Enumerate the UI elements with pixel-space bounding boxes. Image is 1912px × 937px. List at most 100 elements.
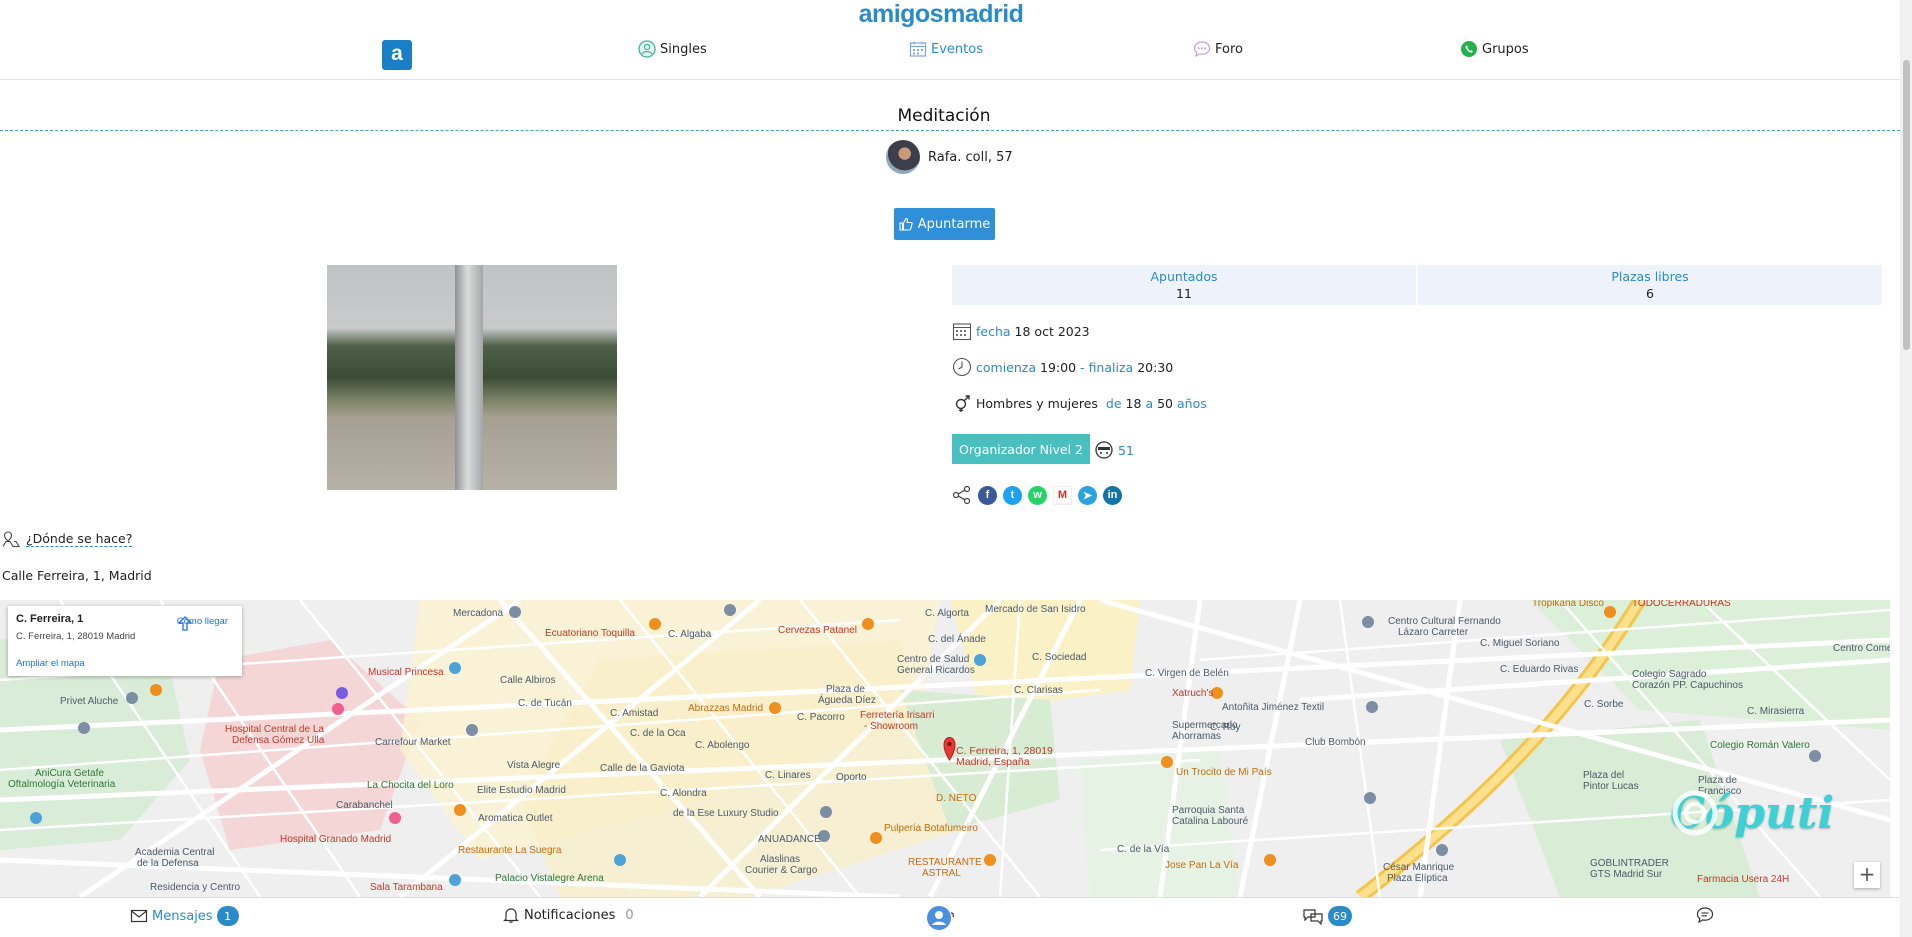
- chats-button[interactable]: 69: [1302, 906, 1352, 926]
- map-label: Oporto: [836, 772, 867, 783]
- title-divider: [0, 130, 1900, 131]
- organizer-name[interactable]: Rafa. coll, 57: [928, 150, 1013, 165]
- map-label: Pintor Lucas: [1583, 781, 1639, 792]
- page-scrollbar[interactable]: [1900, 0, 1912, 937]
- date-row: fecha 18 oct 2023: [952, 321, 1090, 341]
- organizer-avatar[interactable]: [886, 140, 920, 174]
- map-label: Pulpería Botafumeiro: [884, 823, 978, 834]
- home-logo-button[interactable]: a: [382, 40, 412, 70]
- map-label: C. Amistad: [610, 708, 659, 719]
- map-label: Courier & Cargo: [745, 865, 818, 876]
- messages-count-badge: 1: [216, 906, 239, 926]
- map-label: Corazón PP. Capuchinos: [1632, 680, 1743, 691]
- time-dash: -: [1080, 359, 1085, 375]
- end-label: finaliza: [1088, 359, 1134, 375]
- gmail-icon[interactable]: M: [1053, 485, 1072, 505]
- nav-foro[interactable]: Foro: [1193, 38, 1243, 60]
- join-event-button[interactable]: Apuntarme: [894, 208, 995, 240]
- organizer-level-badge[interactable]: Organizador Nivel 2: [952, 434, 1090, 464]
- map-label: Cervezas Patanel: [778, 625, 857, 636]
- bell-icon: [503, 908, 519, 923]
- scrollbar-thumb[interactable]: [1903, 60, 1910, 350]
- map-label: C. Sociedad: [1032, 652, 1087, 663]
- nav-grupos[interactable]: Grupos: [1460, 38, 1529, 60]
- join-event-label: Apuntarme: [917, 216, 991, 232]
- map-label: Oftalmología Veterinaria: [8, 779, 116, 790]
- start-value: 19:00: [1040, 359, 1077, 375]
- map-label: Ferretería Irisarri: [860, 710, 935, 721]
- face-mask-icon: [1095, 441, 1113, 459]
- map-label: C. Miguel Soriano: [1480, 638, 1560, 649]
- map-label: RESTAURANTE: [908, 857, 982, 868]
- gender-icon: [955, 395, 970, 412]
- map-label: Hospital Granado Madrid: [280, 834, 392, 845]
- directions-icon: [177, 616, 193, 631]
- nav-singles-label: Singles: [660, 41, 707, 57]
- notifications-button[interactable]: Notificaciones 0: [502, 906, 634, 924]
- twitter-icon[interactable]: t: [1003, 485, 1022, 505]
- map-label: Centro de Salud: [897, 654, 970, 665]
- map-label: Colegio Sagrado: [1632, 669, 1707, 680]
- comments-button[interactable]: [1696, 906, 1714, 924]
- chat-bubble-icon: [1193, 41, 1211, 58]
- whatsapp-icon[interactable]: w: [1028, 485, 1047, 505]
- map-label: C. de la Vía: [1117, 844, 1170, 855]
- map-label: La Chocita del Loro: [367, 780, 454, 791]
- map-label: Restaurante La Suegra: [458, 845, 562, 856]
- map-label: Plaza de: [826, 684, 865, 695]
- profile-button[interactable]: [926, 904, 956, 932]
- messages-button[interactable]: Mensajes 1: [130, 906, 239, 926]
- map-label: GTS Madrid Sur: [1590, 869, 1663, 880]
- event-photo[interactable]: [327, 265, 617, 490]
- calendar-icon: [952, 323, 972, 341]
- map-label: C. Virgen de Belén: [1145, 668, 1229, 679]
- nav-eventos[interactable]: Eventos: [909, 38, 983, 60]
- map-label: AniCura Getafe: [35, 768, 104, 779]
- map-label: C. Sorbe: [1584, 699, 1624, 710]
- audience-row: Hombres y mujeres de 18 a 50 años: [952, 393, 1207, 413]
- map-label: Águeda Díez: [818, 695, 876, 706]
- age-to-label: a: [1145, 395, 1154, 411]
- bottom-navigation: Mensajes 1 Notificaciones 0 69: [0, 897, 1900, 937]
- time-row: comienza 19:00 - finaliza 20:30: [952, 357, 1173, 377]
- linkedin-icon[interactable]: in: [1103, 485, 1122, 505]
- nav-eventos-label: Eventos: [931, 41, 983, 57]
- map-directions-button[interactable]: Cómo llegar: [177, 616, 228, 631]
- age-to-value: 50: [1157, 395, 1174, 411]
- map-zoom-in-button[interactable]: +: [1854, 862, 1880, 888]
- date-value: 18 oct 2023: [1014, 323, 1090, 339]
- facebook-icon[interactable]: f: [978, 485, 997, 505]
- map-label: TODOCERRADURAS: [1632, 600, 1731, 609]
- map-label: Calle Albiros: [500, 675, 556, 686]
- map-label: C. Roy: [1210, 722, 1241, 733]
- map-expand-link[interactable]: Ampliar el mapa: [16, 658, 85, 669]
- where-link[interactable]: ¿Dónde se hace?: [2, 530, 133, 548]
- map-label: C. Alondra: [660, 788, 707, 799]
- map-label: Parroquia Santa: [1172, 805, 1245, 816]
- stat-apuntados-label: Apuntados: [1150, 269, 1218, 284]
- brand-logo-text[interactable]: amigosmadrid: [0, 0, 1882, 29]
- map-label: Palacio Vistalegre Arena: [495, 873, 604, 884]
- map-label: C. de Tucán: [518, 698, 572, 709]
- map-label: C. Abolengo: [695, 740, 750, 751]
- age-from-value: 18: [1125, 395, 1142, 411]
- map-label: Jose Pan La Vía: [1165, 860, 1239, 871]
- map-place-card: C. Ferreira, 1 C. Ferreira, 1, 28019 Mad…: [8, 606, 242, 676]
- organizer-info[interactable]: Rafa. coll, 57: [886, 140, 1013, 174]
- map-label: Plaza del: [1583, 770, 1625, 781]
- map-label: Mercado de San Isidro: [985, 604, 1086, 615]
- map-label: César Manrique: [1383, 862, 1455, 873]
- stat-apuntados[interactable]: Apuntados 11: [952, 265, 1416, 305]
- event-title: Meditación: [897, 106, 991, 126]
- organizer-karma[interactable]: 51: [1094, 440, 1134, 460]
- stat-plazas-label: Plazas libres: [1611, 269, 1689, 284]
- nav-singles[interactable]: Singles: [638, 38, 707, 60]
- map-label: Centro Comercial: [1833, 643, 1890, 654]
- attendance-stats: Apuntados 11 Plazas libres 6: [952, 265, 1882, 305]
- map-label: C. Algaba: [668, 629, 712, 640]
- telegram-icon[interactable]: ➤: [1078, 485, 1097, 505]
- map-label: D. NETO: [936, 793, 977, 804]
- map-label: Academia Central: [135, 847, 215, 858]
- map-label: ASTRAL: [922, 868, 961, 879]
- location-map[interactable]: Mercadona C. Algorta Mercado de San Isid…: [0, 600, 1890, 897]
